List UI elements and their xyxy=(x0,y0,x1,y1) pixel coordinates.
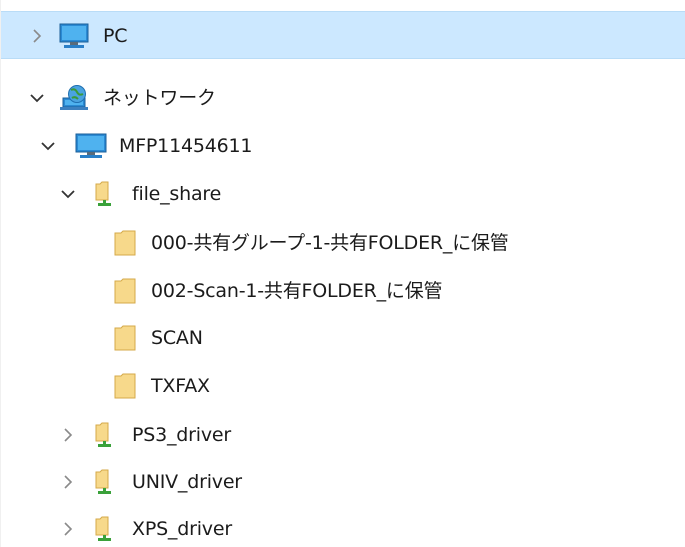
tree-item-folder[interactable]: SCAN xyxy=(1,314,685,362)
folder-icon xyxy=(113,314,137,362)
network-globe-icon xyxy=(59,74,89,122)
tree-item-share[interactable]: UNIV_driver xyxy=(1,458,685,506)
tree-item-label: UNIV_driver xyxy=(132,471,242,493)
tree-item-label: file_share xyxy=(132,183,222,205)
shared-folder-icon xyxy=(94,170,116,218)
tree-item-share[interactable]: PS3_driver xyxy=(1,411,685,459)
chevron-down-icon[interactable] xyxy=(38,122,58,170)
navigation-tree: PC ネットワーク MFP11454611 file_share 000-共有グ… xyxy=(0,0,685,547)
shared-folder-icon xyxy=(94,505,116,547)
pc-monitor-icon xyxy=(59,12,89,60)
tree-item-device[interactable]: MFP11454611 xyxy=(1,122,685,170)
tree-item-label: XPS_driver xyxy=(132,518,232,540)
tree-item-label: PC xyxy=(103,25,128,47)
shared-folder-icon xyxy=(94,458,116,506)
tree-item-label: SCAN xyxy=(151,327,203,349)
chevron-right-icon[interactable] xyxy=(58,411,78,459)
tree-item-label: MFP11454611 xyxy=(119,135,253,157)
tree-item-file-share[interactable]: file_share xyxy=(1,170,685,218)
tree-item-label: TXFAX xyxy=(151,375,210,397)
tree-item-folder[interactable]: TXFAX xyxy=(1,362,685,410)
tree-item-label: PS3_driver xyxy=(132,424,232,446)
tree-item-folder[interactable]: 002-Scan-1-共有FOLDER_に保管 xyxy=(1,267,685,315)
chevron-right-icon[interactable] xyxy=(58,505,78,547)
tree-item-network[interactable]: ネットワーク xyxy=(1,74,685,122)
chevron-right-icon[interactable] xyxy=(27,12,47,60)
tree-item-pc[interactable]: PC xyxy=(1,11,685,59)
tree-item-label: 000-共有グループ-1-共有FOLDER_に保管 xyxy=(151,232,509,254)
folder-icon xyxy=(113,219,137,267)
chevron-down-icon[interactable] xyxy=(27,74,47,122)
chevron-right-icon[interactable] xyxy=(58,458,78,506)
folder-icon xyxy=(113,267,137,315)
chevron-down-icon[interactable] xyxy=(58,170,78,218)
shared-folder-icon xyxy=(94,411,116,459)
computer-monitor-icon xyxy=(75,122,107,170)
tree-item-share[interactable]: XPS_driver xyxy=(1,505,685,547)
tree-item-label: ネットワーク xyxy=(103,87,216,109)
folder-icon xyxy=(113,362,137,410)
tree-item-folder[interactable]: 000-共有グループ-1-共有FOLDER_に保管 xyxy=(1,219,685,267)
tree-item-label: 002-Scan-1-共有FOLDER_に保管 xyxy=(151,280,443,302)
